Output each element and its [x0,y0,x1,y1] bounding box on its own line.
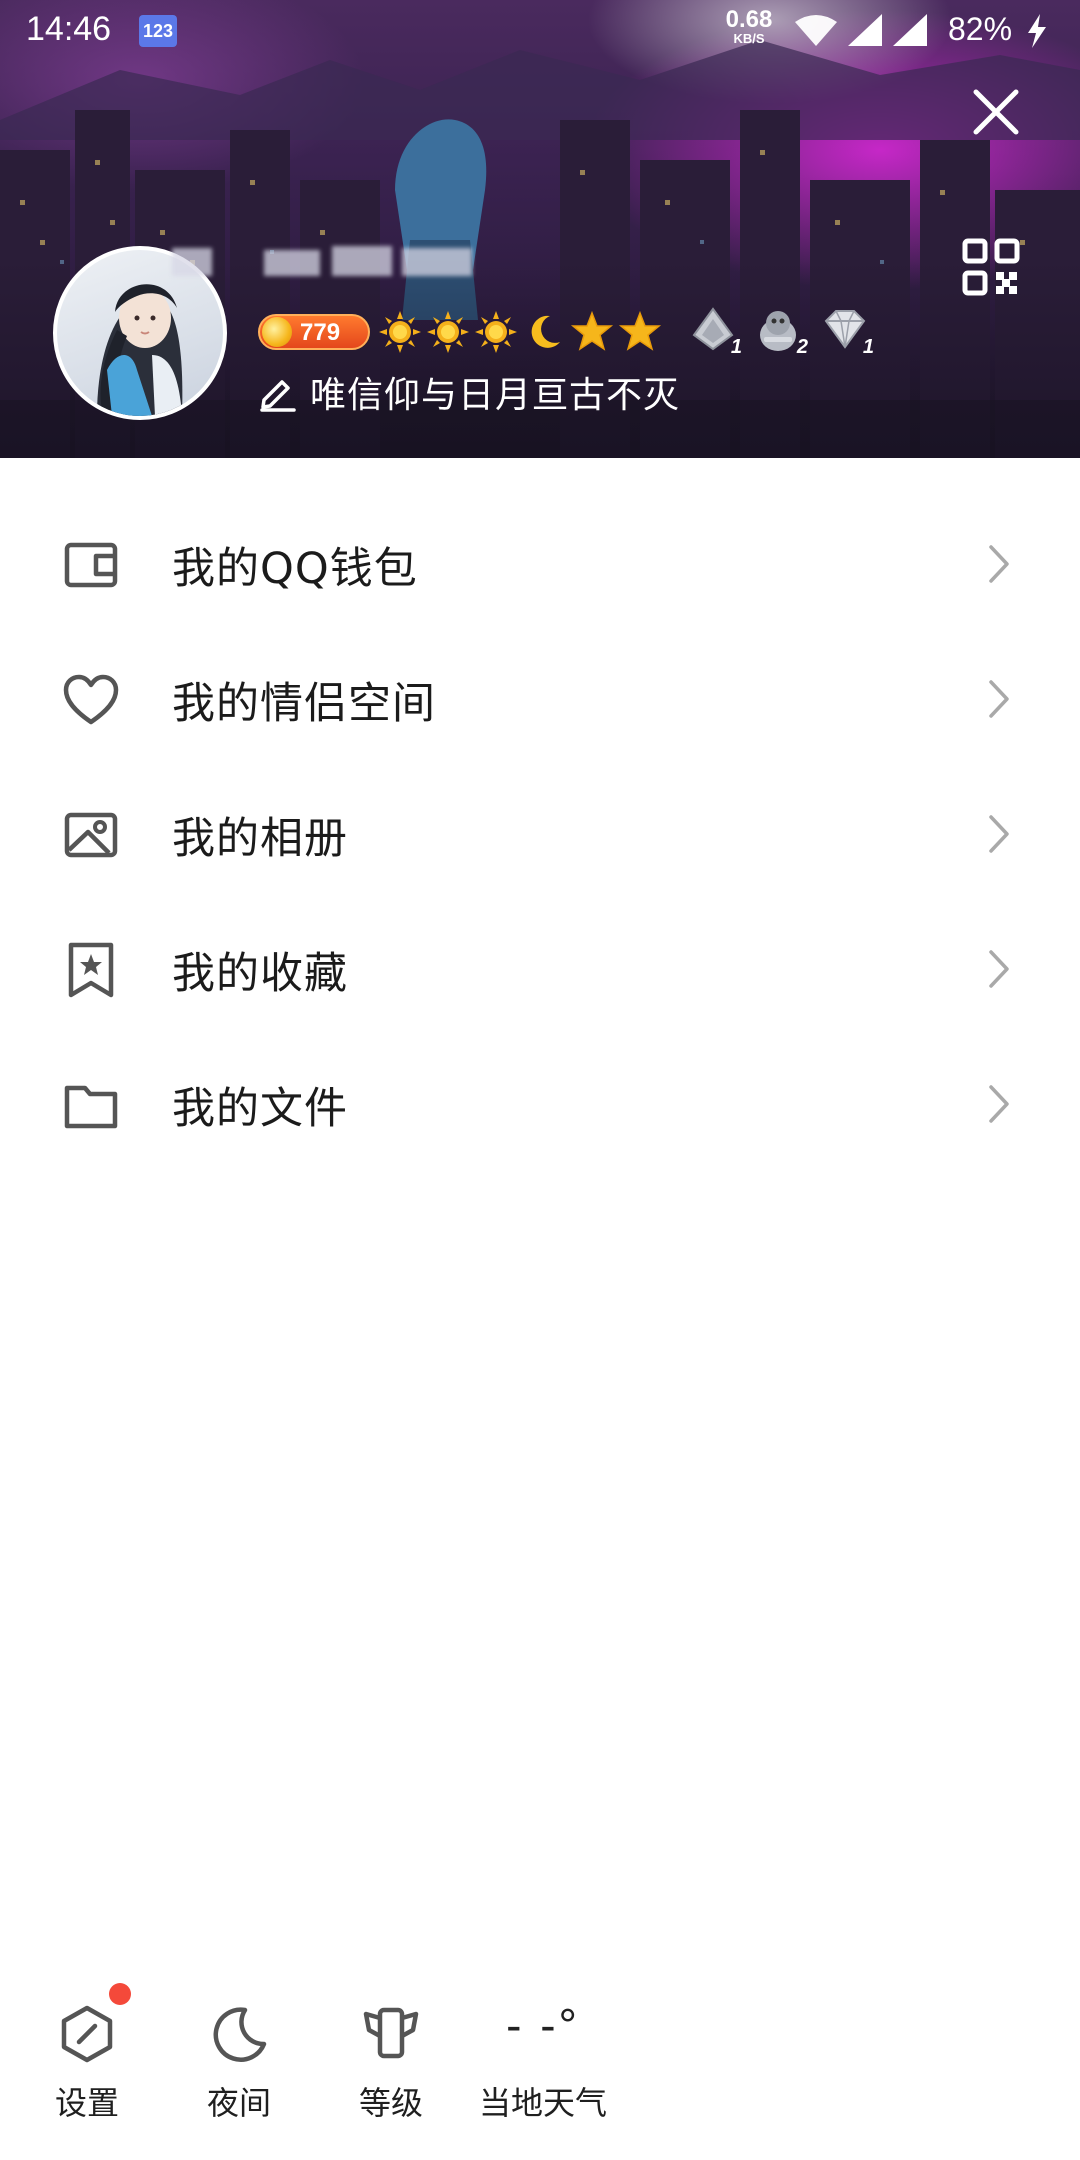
qr-code-icon[interactable] [962,238,1020,296]
charging-icon [1028,14,1046,48]
drawer-menu: 我的QQ钱包 我的情侣空间 我的相册 我的收藏 我的文件 [0,497,1080,1172]
menu-item-album[interactable]: 我的相册 [0,767,1080,902]
medal-count: 1 [730,336,742,358]
silver-medal-icon: 1 [690,305,742,361]
menu-item-label: 我的收藏 [172,948,348,999]
bottom-weather-button[interactable]: - -° 当地天气 [467,1980,619,2130]
battery-percent: 82% [948,11,1013,47]
status-app-badge: 123 [139,15,177,47]
chevron-right-icon [989,680,1009,718]
menu-item-label: 我的QQ钱包 [172,543,418,594]
bottom-item-label: 当地天气 [478,2084,607,2122]
folder-icon [64,1085,118,1129]
bottom-item-label: 等级 [358,2084,423,2122]
coin-icon [262,317,292,347]
bottom-toolbar: 设置 夜间 等级 - -° 当地天气 [0,1980,1080,2160]
level-wings-icon [363,2007,419,2059]
chevron-right-icon [989,545,1009,583]
network-speed-value: 0.68 [725,6,773,33]
notification-dot [109,1983,131,2005]
moon-icon [531,315,560,348]
star-icon [570,310,614,351]
chevron-right-icon [989,1085,1009,1123]
signature[interactable]: 唯信仰与日月亘古不灭 [258,366,680,418]
status-bar: 14:46 123 0.68 KB/S 82% [0,0,1080,62]
sun-icon [379,311,421,353]
bottom-night-mode-button[interactable]: 夜间 [163,1980,315,2130]
menu-item-label: 我的相册 [172,813,348,864]
medal-count: 2 [796,336,808,358]
signature-text: 唯信仰与日月亘古不灭 [310,375,681,416]
diamond-medal-icon: 1 [822,305,874,361]
bottom-settings-button[interactable]: 设置 [11,1980,163,2130]
bottom-item-label: 设置 [54,2084,119,2122]
medal-count: 1 [862,336,874,358]
status-time: 14:46 [26,10,112,48]
network-speed-unit: KB/S [733,31,765,46]
edit-pencil-icon [260,380,296,412]
nickname-blurred [172,240,482,286]
chevron-right-icon [989,815,1009,853]
sun-icon [427,311,469,353]
bottom-item-label: 夜间 [206,2084,271,2122]
weather-temperature: - -° [506,1999,580,2051]
wallet-icon [64,542,118,588]
cell-signal-icon [893,14,927,46]
network-speed: 0.68 KB/S [720,8,778,46]
album-icon [64,812,118,858]
menu-item-label: 我的文件 [172,1083,348,1134]
coin-count: 779 [300,319,341,346]
wifi-icon [795,15,837,46]
settings-icon [61,2005,113,2063]
menu-item-couple-space[interactable]: 我的情侣空间 [0,632,1080,767]
cell-signal-icon [848,14,882,46]
bottom-level-button[interactable]: 等级 [315,1980,467,2130]
sun-icon [475,311,517,353]
heart-icon [63,674,119,725]
menu-item-files[interactable]: 我的文件 [0,1037,1080,1172]
star-icon [618,310,662,351]
qq-side-drawer: 14:46 123 0.68 KB/S 82% 779 1 2 1 唯信仰与日月… [0,0,1080,2160]
menu-item-label: 我的情侣空间 [172,678,436,729]
coin-badge[interactable]: 779 [258,314,370,350]
menu-item-qq-wallet[interactable]: 我的QQ钱包 [0,497,1080,632]
chevron-right-icon [989,950,1009,988]
penguin-medal-icon: 2 [756,305,808,361]
menu-item-favorites[interactable]: 我的收藏 [0,902,1080,1037]
close-icon[interactable] [970,86,1022,138]
bookmark-star-icon [68,942,114,998]
moon-icon [213,2007,267,2062]
profile-header: 14:46 123 0.68 KB/S 82% 779 1 2 1 唯信仰与日月… [0,0,1080,458]
